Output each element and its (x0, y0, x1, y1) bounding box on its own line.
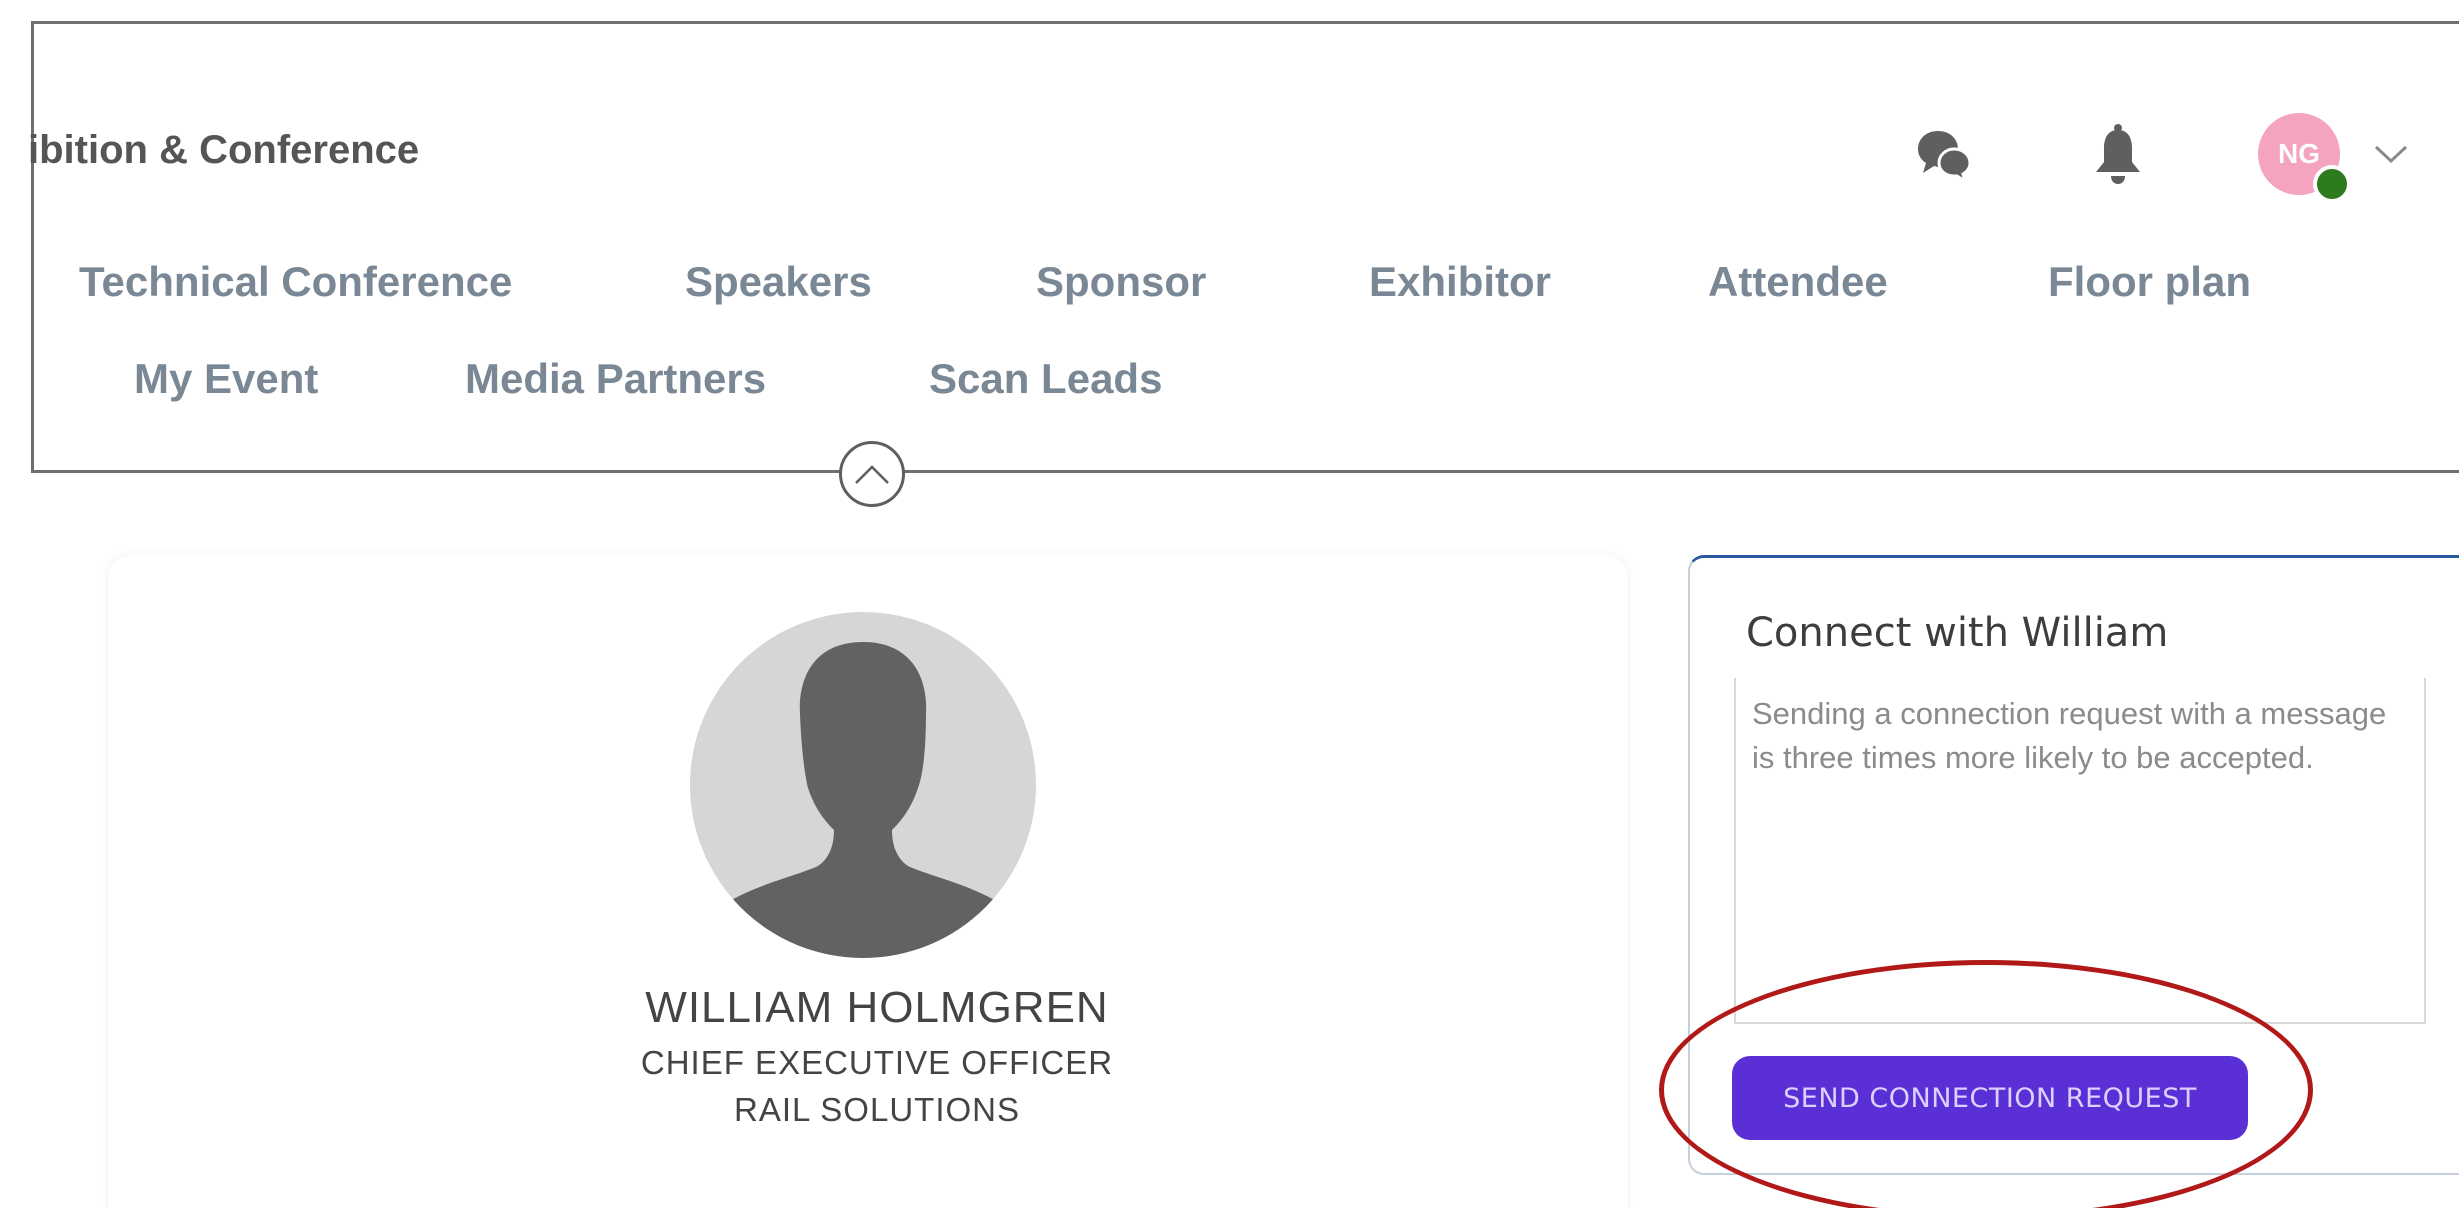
profile-company: RAIL SOLUTIONS (733, 1091, 1020, 1128)
message-placeholder: Sending a connection request with a mess… (1752, 696, 2387, 775)
nav-attendee[interactable]: Attendee (1708, 258, 1888, 306)
nav-sponsor[interactable]: Sponsor (1036, 258, 1206, 306)
bell-icon[interactable] (2090, 122, 2146, 186)
nav-technical-conference[interactable]: Technical Conference (79, 258, 512, 306)
top-header: ibition & Conference Technical Conferenc… (28, 21, 2459, 473)
nav-my-event[interactable]: My Event (134, 355, 318, 403)
chevron-down-icon[interactable] (2370, 139, 2412, 169)
person-silhouette-icon (704, 642, 1022, 958)
connection-message-input[interactable]: Sending a connection request with a mess… (1734, 678, 2426, 1024)
nav-scan-leads[interactable]: Scan Leads (929, 355, 1162, 403)
avatar-initials: NG (2278, 138, 2320, 169)
chat-icon[interactable] (1914, 127, 1974, 183)
profile-job-title: CHIEF EXECUTIVE OFFICER (640, 1044, 1114, 1081)
nav-media-partners[interactable]: Media Partners (465, 355, 766, 403)
nav-exhibitor[interactable]: Exhibitor (1369, 258, 1551, 306)
event-title: ibition & Conference (28, 128, 420, 172)
nav-speakers[interactable]: Speakers (685, 258, 872, 306)
nav-floor-plan[interactable]: Floor plan (2048, 258, 2251, 306)
profile-name: WILLIAM HOLMGREN (645, 983, 1109, 1032)
collapse-menu-button[interactable] (839, 441, 905, 507)
profile-avatar (690, 612, 1036, 958)
send-connection-request-button[interactable]: SEND CONNECTION REQUEST (1732, 1056, 2248, 1140)
online-status-indicator (2313, 165, 2351, 203)
chevron-up-icon (855, 465, 889, 484)
page: ibition & Conference Technical Conferenc… (0, 0, 2459, 1208)
connect-heading: Connect with William (1746, 610, 2169, 656)
